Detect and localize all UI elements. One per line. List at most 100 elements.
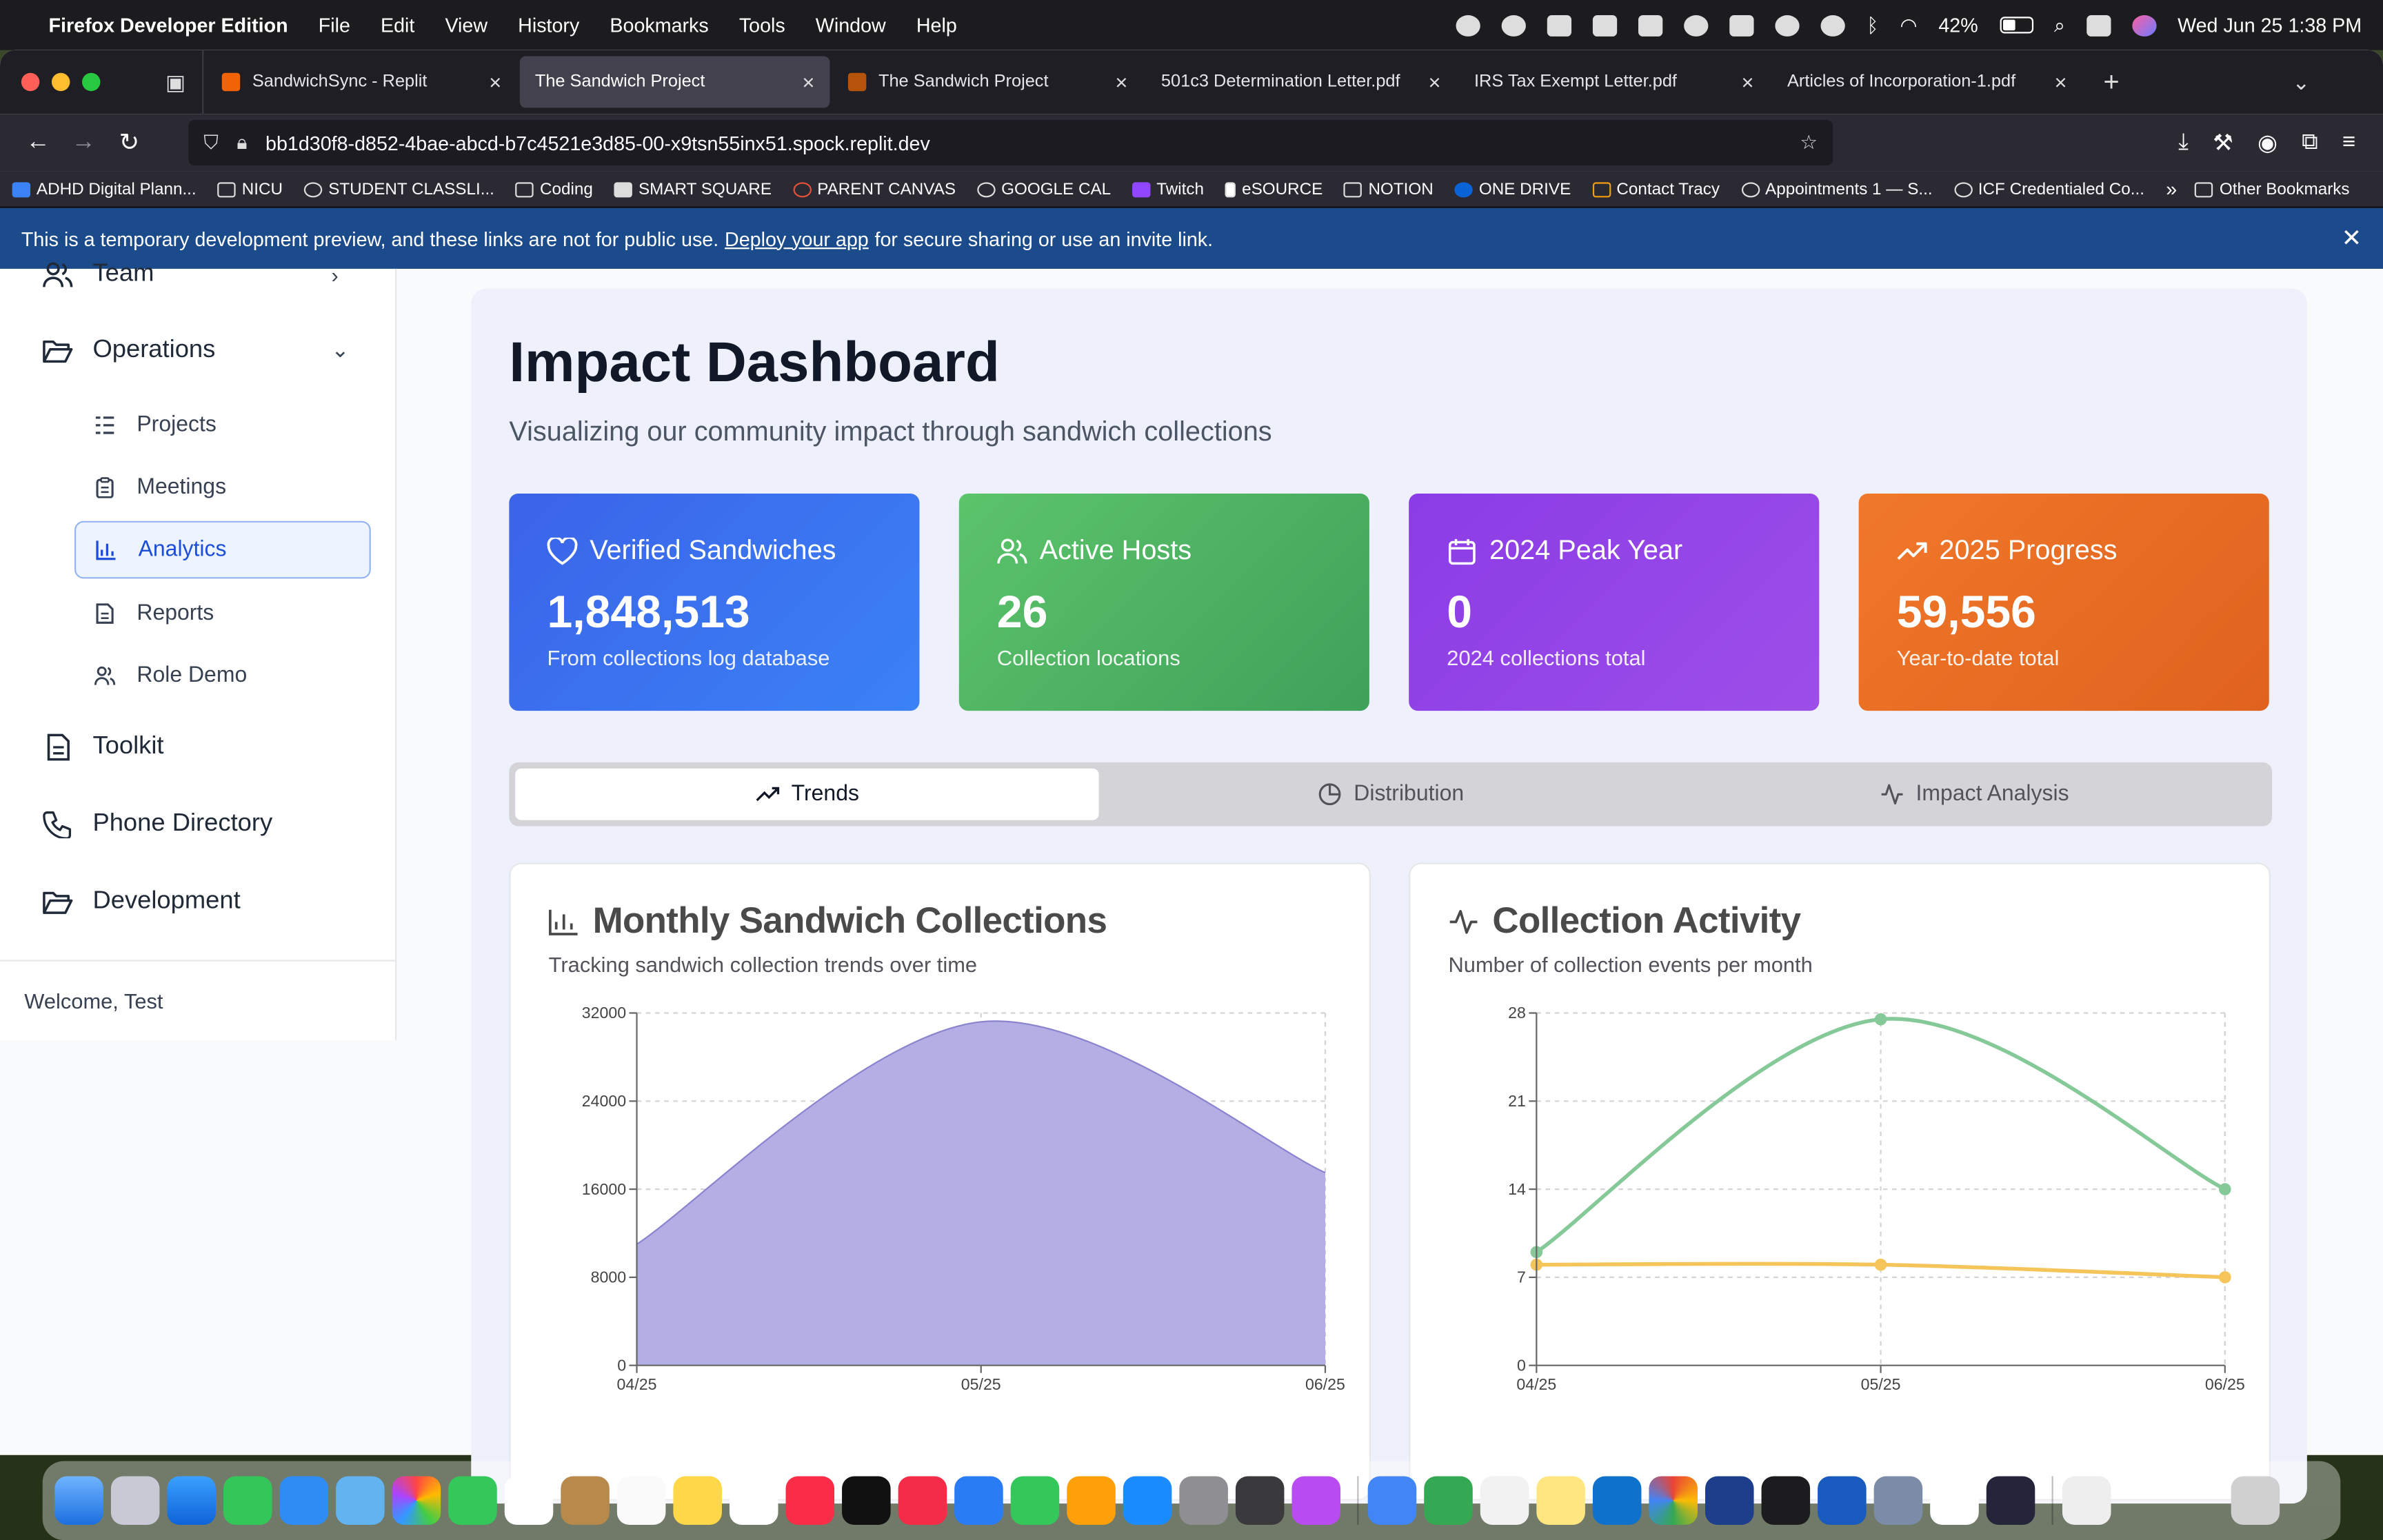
downloads-stack-icon[interactable] <box>2119 1477 2168 1526</box>
new-tab-button[interactable]: + <box>2103 66 2119 98</box>
close-banner-icon[interactable]: ✕ <box>2342 223 2362 254</box>
bookmark-item[interactable]: Contact Tracy <box>1592 180 1720 199</box>
close-tab-icon[interactable]: × <box>1428 70 1440 94</box>
bookmark-folder[interactable]: Coding <box>515 180 593 199</box>
browser-tab[interactable]: Articles of Incorporation-1.pdf × <box>1772 57 2082 108</box>
more-bookmarks-chevron-icon[interactable]: » <box>2166 178 2177 201</box>
wifi-icon[interactable]: ◠ <box>1900 13 1918 37</box>
pages-icon[interactable] <box>1067 1476 1116 1526</box>
menu-bookmarks[interactable]: Bookmarks <box>610 14 708 37</box>
browser-tab[interactable]: IRS Tax Exempt Letter.pdf × <box>1459 57 1769 108</box>
calendar-icon[interactable] <box>504 1476 554 1526</box>
browser-tab[interactable]: 501c3 Determination Letter.pdf × <box>1146 57 1456 108</box>
bookmark-item[interactable]: ADHD Digital Plann... <box>12 180 197 199</box>
menu-help[interactable]: Help <box>916 14 957 37</box>
sidebar-item-phone-directory[interactable]: Phone Directory <box>43 809 272 838</box>
close-tab-icon[interactable]: × <box>489 70 501 94</box>
spotlight-search-icon[interactable]: ⌕ <box>2054 13 2065 37</box>
sidebar-item-reports[interactable]: Reports <box>74 585 371 642</box>
sidebar-item-development[interactable]: Development <box>43 887 241 916</box>
reload-button[interactable]: ↻ <box>106 128 152 158</box>
app-store-icon[interactable] <box>1123 1476 1172 1526</box>
browser-tab-active[interactable]: The Sandwich Project × <box>519 56 830 108</box>
close-tab-icon[interactable]: × <box>1115 70 1127 94</box>
account-icon[interactable]: ◉ <box>2258 129 2278 156</box>
pinwheel-icon[interactable] <box>1649 1476 1698 1526</box>
sidebar-item-team[interactable]: Team › <box>43 260 339 289</box>
freeform-icon[interactable] <box>729 1476 778 1526</box>
status-app-icon[interactable] <box>1684 14 1709 36</box>
tab-trends[interactable]: Trends <box>515 768 1099 820</box>
chevron-right-icon[interactable]: › <box>331 262 338 286</box>
extensions-icon[interactable]: ⧉ <box>2302 129 2318 156</box>
contacts-icon[interactable] <box>561 1476 610 1526</box>
screenshot-stack-icon[interactable] <box>2175 1477 2224 1526</box>
cube-app-icon[interactable] <box>1761 1476 1811 1526</box>
other-bookmarks-folder[interactable]: Other Bookmarks <box>2195 180 2350 199</box>
sidebar-item-analytics[interactable]: Analytics <box>74 520 371 579</box>
battery-icon[interactable] <box>1999 17 2033 34</box>
bookmark-folder[interactable]: NICU <box>217 180 283 199</box>
news-icon[interactable] <box>898 1476 947 1526</box>
trash-icon[interactable] <box>2231 1476 2280 1526</box>
word-icon[interactable] <box>1818 1476 1867 1526</box>
script-editor-icon[interactable] <box>1986 1476 2035 1526</box>
bookmark-item[interactable]: NOTION <box>1344 180 1434 199</box>
minimize-window-button[interactable] <box>51 72 70 92</box>
bluetooth-icon[interactable]: ᛒ <box>1867 14 1878 37</box>
numbers-icon[interactable] <box>1010 1476 1060 1526</box>
menu-edit[interactable]: Edit <box>381 14 414 37</box>
downloads-icon[interactable]: ⤓ <box>2178 129 2189 156</box>
menu-hamburger-icon[interactable]: ≡ <box>2342 129 2355 156</box>
textedit-icon[interactable] <box>1480 1476 1529 1526</box>
wrench-icon[interactable]: ⚒ <box>2213 129 2233 156</box>
notes-icon[interactable] <box>673 1476 722 1526</box>
sidebar-item-meetings[interactable]: Meetings <box>74 458 371 516</box>
menu-tools[interactable]: Tools <box>739 14 785 37</box>
apple-tv-icon[interactable] <box>842 1476 891 1526</box>
keynote-icon[interactable] <box>954 1476 1003 1526</box>
menu-app-name[interactable]: Firefox Developer Edition <box>49 14 288 37</box>
chrome-icon[interactable] <box>1424 1476 1473 1526</box>
safari-icon[interactable] <box>167 1476 216 1526</box>
close-tab-icon[interactable]: × <box>2055 70 2067 94</box>
zoom-window-button[interactable] <box>82 72 101 92</box>
preview-icon[interactable] <box>1873 1476 1923 1526</box>
status-app-icon[interactable] <box>1593 14 1618 36</box>
firefox-dev-icon[interactable] <box>1705 1476 1754 1526</box>
sidebar-item-role-demo[interactable]: Role Demo <box>74 647 371 705</box>
tab-impact-analysis[interactable]: Impact Analysis <box>1682 769 2266 820</box>
mail-icon[interactable] <box>279 1476 329 1526</box>
browser-tab[interactable]: The Sandwich Project × <box>833 57 1143 108</box>
maps-icon[interactable] <box>336 1476 385 1526</box>
menu-window[interactable]: Window <box>816 14 886 37</box>
sidebar-item-operations[interactable]: Operations ⌄ <box>43 336 349 365</box>
stickies-icon[interactable] <box>1536 1476 1585 1526</box>
lock-icon[interactable]: 🔒︎ <box>237 130 247 154</box>
deploy-app-link[interactable]: Deploy your app <box>725 227 869 250</box>
feedback-icon[interactable] <box>1291 1476 1341 1526</box>
list-all-tabs-chevron-icon[interactable]: ⌄ <box>2292 69 2310 94</box>
bookmark-star-icon[interactable]: ☆ <box>1800 130 1818 154</box>
bookmark-item[interactable]: ICF Credentialed Co... <box>1953 180 2144 199</box>
firefox-view-icon[interactable]: ▣ <box>149 50 204 114</box>
url-bar[interactable]: ⛉ 🔒︎ bb1d30f8-d852-4bae-abcd-b7c4521e3d8… <box>188 120 1833 166</box>
bookmark-item[interactable]: Twitch <box>1132 180 1204 199</box>
menubar-datetime[interactable]: Wed Jun 25 1:38 PM <box>2178 14 2362 37</box>
sidebar-item-toolkit[interactable]: Toolkit <box>43 732 164 761</box>
malwarebytes-icon[interactable] <box>1638 14 1664 36</box>
messages-icon[interactable] <box>223 1476 272 1526</box>
url-text[interactable]: bb1d30f8-d852-4bae-abcd-b7c4521e3d85-00-… <box>265 132 930 154</box>
chevron-down-icon[interactable]: ⌄ <box>331 337 349 363</box>
close-tab-icon[interactable]: × <box>802 70 814 94</box>
play-icon[interactable] <box>1776 14 1800 36</box>
pdf-file-icon[interactable] <box>2062 1476 2111 1526</box>
shield-icon[interactable]: ⛉ <box>203 130 219 154</box>
sidebar-item-projects[interactable]: Projects <box>74 396 371 454</box>
iphone-mirroring-icon[interactable] <box>1235 1476 1285 1526</box>
bookmark-item[interactable]: GOOGLE CAL <box>976 180 1111 199</box>
airdrop-icon[interactable] <box>1821 14 1846 36</box>
status-app-icon[interactable] <box>1730 14 1755 36</box>
system-settings-icon[interactable] <box>1179 1476 1228 1526</box>
bookmark-item[interactable]: STUDENT CLASSLI... <box>303 180 494 199</box>
